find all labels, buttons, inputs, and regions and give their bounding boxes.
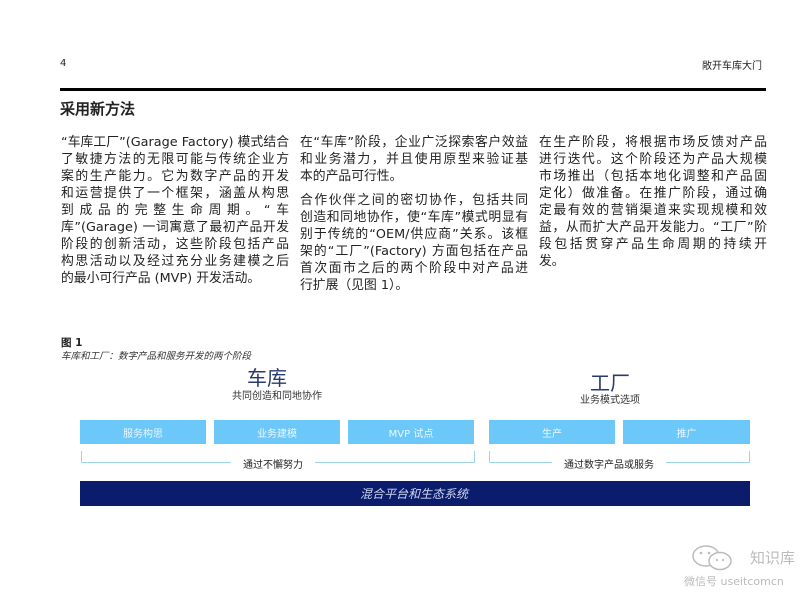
body-text-line: 发。: [539, 254, 565, 269]
watermark: 知识库 微信号 useitcomcn: [684, 545, 795, 588]
body-text-line: 行扩展（见图 1）。: [300, 278, 409, 293]
body-text-line: 别于传统的“OEM/供应商”关系。该框: [300, 227, 528, 242]
body-text-line: 合作伙伴之间的密切协作，包括共同: [300, 193, 528, 208]
text-column-2: 在“车库”阶段，企业广泛探索客户效益 和业务潜力，并且使用原型来验证基 本的产品可行…: [300, 134, 528, 294]
garage-bracket-label: 通过不懈努力: [231, 456, 315, 471]
step-business-modeling: 业务建模: [214, 420, 340, 444]
watermark-id: 微信号 useitcomcn: [684, 575, 784, 588]
body-text-line: “车库工厂”(Garage Factory) 模式结合: [61, 135, 289, 150]
watermark-name: 知识库: [750, 549, 796, 567]
body-text-line: 益，从而扩大产品开发能力。“工厂”阶: [539, 220, 767, 235]
body-text-line: 定最有效的营销渠道来实现规模和效: [539, 203, 767, 218]
body-text-line: 阶段的创新活动，这些阶段包括产品: [61, 237, 289, 252]
body-text-line: 段包括贯穿产品生命周期的持续开: [539, 237, 767, 252]
figure-caption: 车库和工厂：数字产品和服务开发的两个阶段: [61, 351, 252, 362]
body-text-line: 市场推出（包括本地化调整和产品固: [539, 169, 767, 184]
body-text-line: 进行迭代。这个阶段还为产品大规模: [539, 152, 767, 167]
factory-subtitle: 业务模式选项: [580, 395, 640, 406]
step-production: 生产: [489, 420, 615, 444]
step-promotion: 推广: [623, 420, 750, 444]
body-text-line: 和业务潜力，并且使用原型来验证基: [300, 152, 528, 167]
body-text-line: 了敏捷方法的无限可能与传统企业方: [61, 152, 289, 167]
body-text-line: 在“车库”阶段，企业广泛探索客户效益: [300, 135, 528, 150]
step-mvp-pilot: MVP 试点: [348, 420, 474, 444]
body-text-line: 到成品的完整生命周期。“车: [61, 203, 289, 218]
wechat-icon: [692, 545, 732, 571]
body-text-line: 创造和同地协作，使“车库”模式明显有: [300, 210, 528, 225]
platform-label: 混合平台和生态系统: [360, 487, 469, 501]
page-number: 4: [60, 58, 67, 69]
body-text-line: 定化）做准备。在推广阶段，通过确: [539, 186, 767, 201]
factory-bracket-label: 通过数字产品或服务: [552, 456, 666, 471]
body-text-line: 的最小可行产品 (MVP) 开发活动。: [61, 271, 261, 286]
section-rule: [60, 88, 766, 91]
section-title: 采用新方法: [60, 100, 136, 118]
text-column-1: “车库工厂”(Garage Factory) 模式结合 了敏捷方法的无限可能与传统…: [61, 134, 289, 287]
body-text-line: 库”(Garage) 一词寓意了最初产品开发: [61, 220, 289, 235]
body-text-line: 架的“工厂”(Factory) 方面包括在产品: [300, 244, 528, 259]
running-title: 敞开车库大门: [702, 61, 762, 72]
body-text-line: 案的生产能力。它为数字产品的开发: [61, 169, 289, 184]
platform-bar: 混合平台和生态系统: [80, 481, 750, 506]
text-column-3: 在生产阶段，将根据市场反馈对产品 进行迭代。这个阶段还为产品大规模 市场推出（包括本…: [539, 134, 767, 270]
body-text-line: 构思活动以及经过充分业务建模之后: [61, 254, 289, 269]
body-text-line: 首次面市之后的两个阶段中对产品进: [300, 261, 528, 276]
garage-subtitle: 共同创造和同地协作: [232, 391, 322, 402]
step-service-ideation: 服务构思: [80, 420, 206, 444]
body-text-line: 和运营提供了一个框架，涵盖从构思: [61, 186, 289, 201]
body-text-line: 在生产阶段，将根据市场反馈对产品: [539, 135, 767, 150]
body-text-line: 本的产品可行性。: [300, 169, 403, 184]
